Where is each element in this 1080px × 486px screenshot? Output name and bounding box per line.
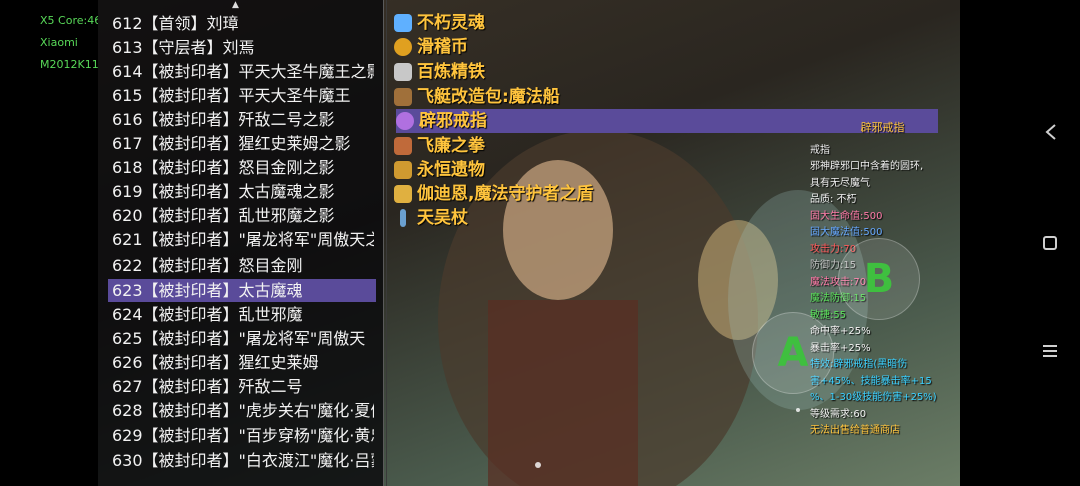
back-icon[interactable] bbox=[1044, 124, 1058, 140]
system-navigation-bar bbox=[1010, 0, 1080, 486]
drop-item-label: 滑稽币 bbox=[417, 37, 468, 57]
coin-icon bbox=[394, 38, 412, 56]
list-item[interactable]: 614【被封印者】平天大圣牛魔王之影 bbox=[112, 60, 374, 83]
scroll-up-arrow-icon[interactable]: ▲ bbox=[232, 0, 239, 10]
fist-icon bbox=[394, 137, 412, 155]
list-item[interactable]: 619【被封印者】太古魔魂之影 bbox=[112, 180, 374, 203]
crystal-icon bbox=[394, 14, 412, 32]
drop-item[interactable]: 永恒遗物 bbox=[394, 158, 485, 182]
list-item[interactable]: 617【被封印者】猩红史莱姆之影 bbox=[112, 132, 374, 155]
drop-item-label: 百炼精铁 bbox=[417, 62, 485, 82]
tooltip-stat-hit: 命中率+25% bbox=[810, 326, 871, 337]
list-item[interactable]: 628【被封印者】"虎步关右"魔化·夏侯渊 bbox=[112, 399, 374, 422]
tooltip-level-req: 等级需求:60 bbox=[810, 408, 867, 420]
list-item[interactable]: 621【被封印者】"屠龙将军"周傲天之影 bbox=[112, 228, 374, 251]
list-item[interactable]: 612【首领】刘璋 bbox=[112, 12, 374, 35]
drop-item-label: 永恒遗物 bbox=[417, 160, 485, 180]
drop-item[interactable]: 滑稽币 bbox=[394, 35, 468, 59]
list-item[interactable]: 630【被封印者】"白衣渡江"魔化·吕蒙 bbox=[112, 449, 374, 472]
b-button[interactable]: B bbox=[838, 238, 920, 320]
drop-item-label: 辟邪戒指 bbox=[419, 111, 487, 131]
list-item[interactable]: 613【守层者】刘焉 bbox=[112, 36, 374, 59]
boss-list-panel[interactable]: ▲ 612【首领】刘璋 613【守层者】刘焉 614【被封印者】平天大圣牛魔王之… bbox=[98, 0, 384, 486]
list-item[interactable]: 620【被封印者】乱世邪魔之影 bbox=[112, 204, 374, 227]
drop-item-label: 天吴杖 bbox=[417, 208, 468, 228]
list-item[interactable]: 624【被封印者】乱世邪魔 bbox=[112, 303, 374, 326]
list-item[interactable]: 618【被封印者】怒目金刚之影 bbox=[112, 156, 374, 179]
iron-icon bbox=[394, 63, 412, 81]
tooltip-stat-hp: 固大生命值:500 bbox=[810, 210, 883, 222]
tooltip-effect-line2: 害+45%、技能暴击率+15 bbox=[810, 375, 932, 387]
drop-item[interactable]: 百炼精铁 bbox=[394, 60, 485, 84]
shield-icon bbox=[394, 185, 412, 203]
drop-item[interactable]: 伽迪恩,魔法守护者之盾 bbox=[394, 182, 593, 206]
list-item[interactable]: 627【被封印者】歼敌二号 bbox=[112, 375, 374, 398]
panel-divider bbox=[386, 0, 387, 486]
drop-item[interactable]: 飞艇改造包:魔法船 bbox=[394, 85, 560, 109]
tooltip-type: 戒指 bbox=[810, 144, 830, 156]
list-item[interactable]: 625【被封印者】"屠龙将军"周傲天 bbox=[112, 327, 374, 350]
menu-icon[interactable] bbox=[1042, 344, 1058, 358]
list-item[interactable]: 622【被封印者】怒目金刚 bbox=[112, 254, 374, 277]
list-item-selected[interactable]: 623【被封印者】太古魔魂 bbox=[108, 279, 376, 302]
drop-item[interactable]: 不朽灵魂 bbox=[394, 11, 485, 35]
a-button[interactable]: A bbox=[752, 312, 834, 394]
tooltip-quality: 品质: 不朽 bbox=[810, 194, 857, 205]
drop-item-label: 伽迪恩,魔法守护者之盾 bbox=[417, 184, 594, 204]
tooltip-shop-note: 无法出售给普通商店 bbox=[810, 425, 900, 436]
relic-icon bbox=[394, 161, 412, 179]
list-item[interactable]: 615【被封印者】平天大圣牛魔王 bbox=[112, 84, 374, 107]
home-icon[interactable] bbox=[1042, 235, 1058, 251]
drop-item-label: 不朽灵魂 bbox=[417, 13, 485, 33]
drop-item[interactable]: 天吴杖 bbox=[394, 206, 468, 230]
package-icon bbox=[394, 88, 412, 106]
tooltip-effect-line3: %、1-30级技能伤害+25%) bbox=[810, 392, 937, 403]
drop-item[interactable]: 飞廉之拳 bbox=[394, 134, 485, 158]
tooltip-title: 辟邪戒指 bbox=[860, 121, 905, 134]
list-item[interactable]: 626【被封印者】猩红史莱姆 bbox=[112, 351, 374, 374]
drop-item-label: 飞廉之拳 bbox=[417, 136, 485, 156]
game-screen: ▲ 612【首领】刘璋 613【守层者】刘焉 614【被封印者】平天大圣牛魔王之… bbox=[98, 0, 960, 486]
tooltip-desc-line2: 具有无尽魔气 bbox=[810, 177, 870, 189]
staff-icon bbox=[400, 209, 406, 227]
drop-item-label: 飞艇改造包:魔法船 bbox=[417, 87, 560, 107]
list-item[interactable]: 629【被封印者】"百步穿杨"魔化·黄忠 bbox=[112, 424, 374, 447]
ring-icon bbox=[396, 112, 414, 130]
tooltip-desc-line1: 邪神辟邪口中含着的圆环, bbox=[810, 161, 924, 172]
list-item[interactable]: 616【被封印者】歼敌二号之影 bbox=[112, 108, 374, 131]
